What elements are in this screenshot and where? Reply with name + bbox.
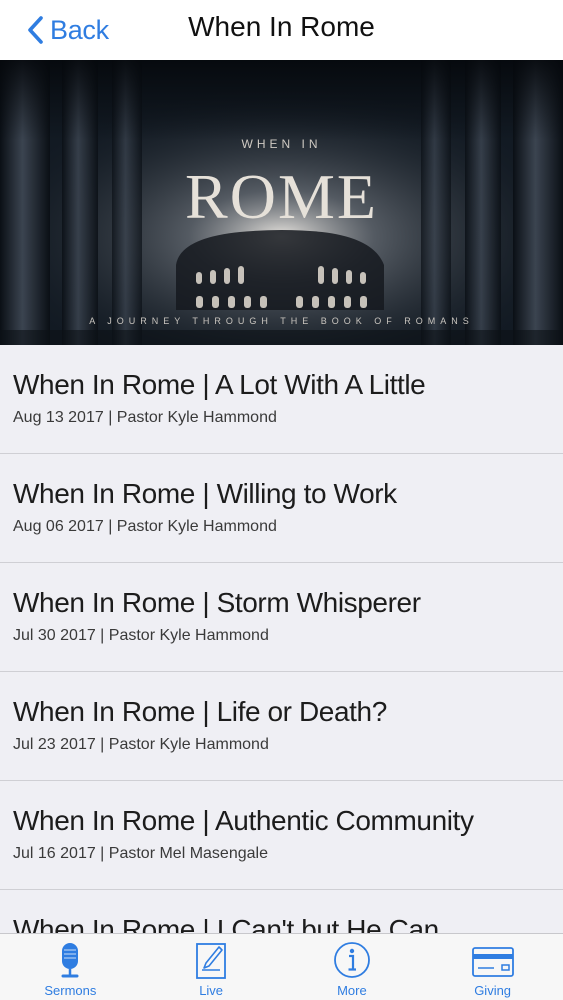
sermon-list: When In Rome | A Lot With A Little Aug 1… <box>0 345 563 933</box>
tab-giving[interactable]: Giving <box>422 934 563 1000</box>
tab-giving-label: Giving <box>474 983 512 998</box>
sermon-row[interactable]: When In Rome | Willing to Work Aug 06 20… <box>0 454 563 563</box>
sermon-meta: Jul 16 2017 | Pastor Mel Masengale <box>13 845 268 862</box>
banner-kicker: WHEN IN <box>242 137 322 151</box>
sermon-title: When In Rome | Life or Death? <box>13 696 387 727</box>
sermon-row[interactable]: When In Rome | A Lot With A Little Aug 1… <box>0 345 563 454</box>
banner-artwork: WHEN IN ROME A JOURNEY THROUGH THE BOOK … <box>0 60 563 345</box>
sermon-title: When In Rome | Willing to Work <box>13 478 397 509</box>
banner-subtitle: A JOURNEY THROUGH THE BOOK OF ROMANS <box>89 316 474 326</box>
back-button[interactable]: Back <box>26 12 109 48</box>
banner-title: ROME <box>185 161 378 232</box>
sermon-row[interactable]: When In Rome | Authentic Community Jul 1… <box>0 781 563 890</box>
navigation-bar: Back When In Rome <box>0 0 563 60</box>
sermon-meta: Aug 06 2017 | Pastor Kyle Hammond <box>13 518 277 535</box>
sermon-row[interactable]: When In Rome | Life or Death? Jul 23 201… <box>0 672 563 781</box>
tab-sermons-label: Sermons <box>44 983 97 998</box>
sermon-row[interactable]: When In Rome | I Can't but He Can <box>0 890 563 933</box>
sermon-title: When In Rome | Storm Whisperer <box>13 587 421 618</box>
tab-live-label: Live <box>199 983 224 998</box>
microphone-icon <box>61 943 79 978</box>
sermon-meta: Aug 13 2017 | Pastor Kyle Hammond <box>13 409 277 426</box>
tab-sermons[interactable]: Sermons <box>0 934 141 1000</box>
colosseum-silhouette <box>176 230 384 310</box>
tab-live[interactable]: Live <box>141 934 282 1000</box>
back-button-label: Back <box>50 14 109 45</box>
sermon-title: When In Rome | Authentic Community <box>13 805 474 836</box>
sermon-title: When In Rome | A Lot With A Little <box>13 369 426 400</box>
sermon-meta: Jul 23 2017 | Pastor Kyle Hammond <box>13 736 269 753</box>
info-icon <box>333 942 370 978</box>
credit-card-icon <box>471 947 514 977</box>
series-banner: WHEN IN ROME A JOURNEY THROUGH THE BOOK … <box>0 60 563 345</box>
sermon-row[interactable]: When In Rome | Storm Whisperer Jul 30 20… <box>0 563 563 672</box>
tab-more-label: More <box>337 983 367 998</box>
chevron-left-icon <box>28 16 43 44</box>
tab-bar: Sermons Live More Giving <box>0 933 563 1000</box>
sermon-meta: Jul 30 2017 | Pastor Kyle Hammond <box>13 627 269 644</box>
notepad-icon <box>196 943 227 979</box>
sermon-title: When In Rome | I Can't but He Can <box>13 914 439 933</box>
tab-more[interactable]: More <box>282 934 423 1000</box>
